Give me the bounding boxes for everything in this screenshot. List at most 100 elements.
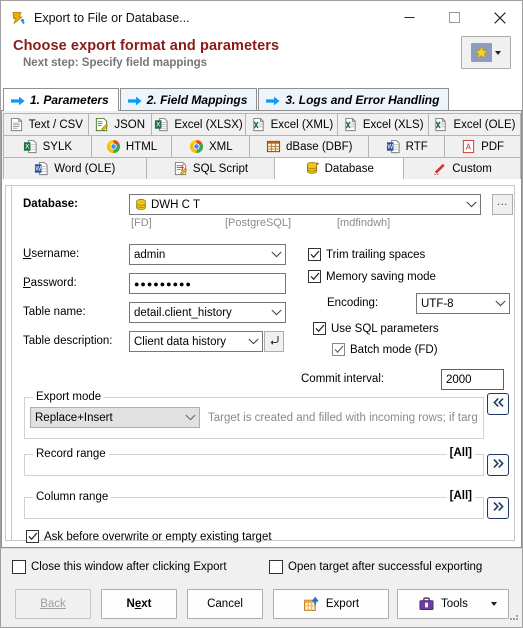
maximize-button[interactable] <box>432 1 477 34</box>
table-description-label: Table description: <box>23 335 113 347</box>
footer: Close this window after clicking Export … <box>1 548 522 627</box>
trim-trailing-spaces-label: Trim trailing spaces <box>326 248 426 261</box>
chevron-down-icon[interactable] <box>182 408 199 427</box>
chevron-down-icon[interactable] <box>491 602 497 606</box>
format-tabs-row-3: W Word (OLE) SQL Script Database Custom <box>3 157 521 180</box>
close-window-after-export-checkbox[interactable]: Close this window after clicking Export <box>12 560 227 574</box>
format-tab-excel-xml[interactable]: Excel (XML) <box>245 113 339 136</box>
back-button[interactable]: Back <box>15 589 91 619</box>
format-tab-text-csv[interactable]: Text / CSV <box>3 113 89 136</box>
excel-xlsx-icon: X <box>154 117 169 132</box>
commit-interval-input[interactable]: 2000 <box>441 369 504 390</box>
column-range-expand-button[interactable] <box>487 497 509 519</box>
memory-saving-mode-checkbox[interactable]: Memory saving mode <box>308 270 436 283</box>
format-tab-rtf[interactable]: W RTF <box>368 135 446 158</box>
favorites-button[interactable] <box>461 36 511 69</box>
sylk-file-icon: X <box>23 139 38 154</box>
database-driver-label: [FD] <box>131 217 152 229</box>
format-tab-database[interactable]: Database <box>274 157 405 180</box>
chevron-down-icon[interactable] <box>268 303 285 322</box>
format-tab-json[interactable]: JSON <box>87 113 152 136</box>
tab-logs-label: 3. Logs and Error Handling <box>285 92 440 107</box>
resize-grip[interactable] <box>508 610 520 625</box>
tools-button-label: Tools <box>441 598 468 610</box>
table-description-value: Client data history <box>134 335 227 348</box>
export-button-label: Export <box>325 598 360 610</box>
format-tab-custom[interactable]: Custom <box>403 157 521 180</box>
tab-logs-and-error-handling[interactable]: 3. Logs and Error Handling <box>258 88 450 110</box>
format-tab-label: Excel (XLSX) <box>174 118 243 131</box>
format-tab-excel-xls[interactable]: Excel (XLS) <box>337 113 429 136</box>
table-description-revert-button[interactable] <box>264 331 284 352</box>
title-bar: Export to File or Database... <box>1 1 522 34</box>
password-field[interactable]: ●●●●●●●●● <box>129 273 286 294</box>
tab-parameters-label: 1. Parameters <box>30 93 109 107</box>
format-tab-xml[interactable]: XML <box>171 135 251 158</box>
close-button[interactable] <box>477 1 522 34</box>
chevron-down-icon[interactable] <box>268 245 285 264</box>
pdf-file-icon: A <box>461 139 476 154</box>
format-tab-label: Excel (OLE) <box>453 118 516 131</box>
blue-arrow-right-icon <box>11 95 25 106</box>
export-dialog-window: Export to File or Database... Choose exp… <box>0 0 523 628</box>
format-tab-excel-xlsx[interactable]: X Excel (XLSX) <box>150 113 247 136</box>
chrome-icon <box>106 139 121 154</box>
export-app-icon <box>10 10 26 26</box>
format-tab-label: HTML <box>125 140 158 153</box>
commit-interval-label: Commit interval: <box>301 373 385 385</box>
excel-ole-icon <box>433 117 448 132</box>
undo-arrow-icon <box>268 334 280 349</box>
word-doc-icon: W <box>34 161 49 176</box>
format-tab-pdf[interactable]: A PDF <box>444 135 521 158</box>
encoding-select[interactable]: UTF-8 <box>416 293 510 314</box>
format-tab-html[interactable]: HTML <box>90 135 173 158</box>
format-tab-sql-script[interactable]: SQL Script <box>145 157 276 180</box>
table-description-select[interactable]: Client data history <box>129 331 263 352</box>
next-button[interactable]: Next <box>101 589 177 619</box>
svg-text:X: X <box>156 121 161 129</box>
record-range-expand-button[interactable] <box>487 454 509 476</box>
open-target-after-export-checkbox[interactable]: Open target after successful exporting <box>269 560 482 574</box>
use-sql-parameters-checkbox[interactable]: Use SQL parameters <box>313 322 439 335</box>
batch-mode-checkbox[interactable]: Batch mode (FD) <box>332 343 438 356</box>
export-mode-select[interactable]: Replace+Insert <box>30 407 200 428</box>
export-button[interactable]: Export <box>273 589 389 619</box>
ask-before-overwrite-checkbox[interactable]: Ask before overwrite or empty existing t… <box>26 530 272 543</box>
format-tabs: Text / CSV JSON X Excel (XLSX) Excel (XM… <box>1 111 522 180</box>
tools-button[interactable]: Tools <box>397 589 509 619</box>
column-range-value: [All] <box>446 490 475 502</box>
record-range-group: Record range [All] <box>24 447 484 476</box>
svg-text:A: A <box>466 143 472 152</box>
tab-field-mappings-label: 2. Field Mappings <box>146 92 248 107</box>
cancel-button[interactable]: Cancel <box>187 589 263 619</box>
parameters-panel: Database: DWH C T ... [FD] [PostgreSQL] … <box>1 179 522 548</box>
chevron-down-icon[interactable] <box>463 195 480 214</box>
format-tab-label: PDF <box>481 140 505 153</box>
format-tab-label: dBase (DBF) <box>286 140 353 153</box>
database-select[interactable]: DWH C T <box>129 194 481 215</box>
checkbox-box <box>269 560 283 574</box>
database-icon <box>134 198 148 212</box>
tab-parameters[interactable]: 1. Parameters <box>3 88 119 111</box>
database-name-label: [mdfindwh] <box>337 217 391 229</box>
minimize-button[interactable] <box>387 1 432 34</box>
format-tab-word-ole[interactable]: W Word (OLE) <box>3 157 147 180</box>
excel-xls-icon <box>343 117 358 132</box>
format-tab-label: XML <box>208 140 233 153</box>
format-tab-sylk[interactable]: X SYLK <box>3 135 92 158</box>
format-tab-excel-ole[interactable]: Excel (OLE) <box>427 113 522 136</box>
database-browse-button[interactable]: ... <box>492 194 513 215</box>
trim-trailing-spaces-checkbox[interactable]: Trim trailing spaces <box>308 248 425 261</box>
use-sql-parameters-label: Use SQL parameters <box>331 322 439 335</box>
export-mode-value: Replace+Insert <box>35 411 113 424</box>
format-tab-label: Excel (XLS) <box>362 118 424 131</box>
tab-field-mappings[interactable]: 2. Field Mappings <box>119 88 258 110</box>
chevron-down-icon[interactable] <box>245 332 262 351</box>
format-tab-dbase-dbf[interactable]: dBase (DBF) <box>249 135 370 158</box>
username-select[interactable]: admin <box>129 244 286 265</box>
table-name-select[interactable]: detail.client_history <box>129 302 286 323</box>
format-tab-label: Excel (XML) <box>270 118 334 131</box>
export-mode-collapse-button[interactable] <box>487 393 509 415</box>
password-label: Password: <box>23 277 77 289</box>
chevron-down-icon[interactable] <box>492 294 509 313</box>
